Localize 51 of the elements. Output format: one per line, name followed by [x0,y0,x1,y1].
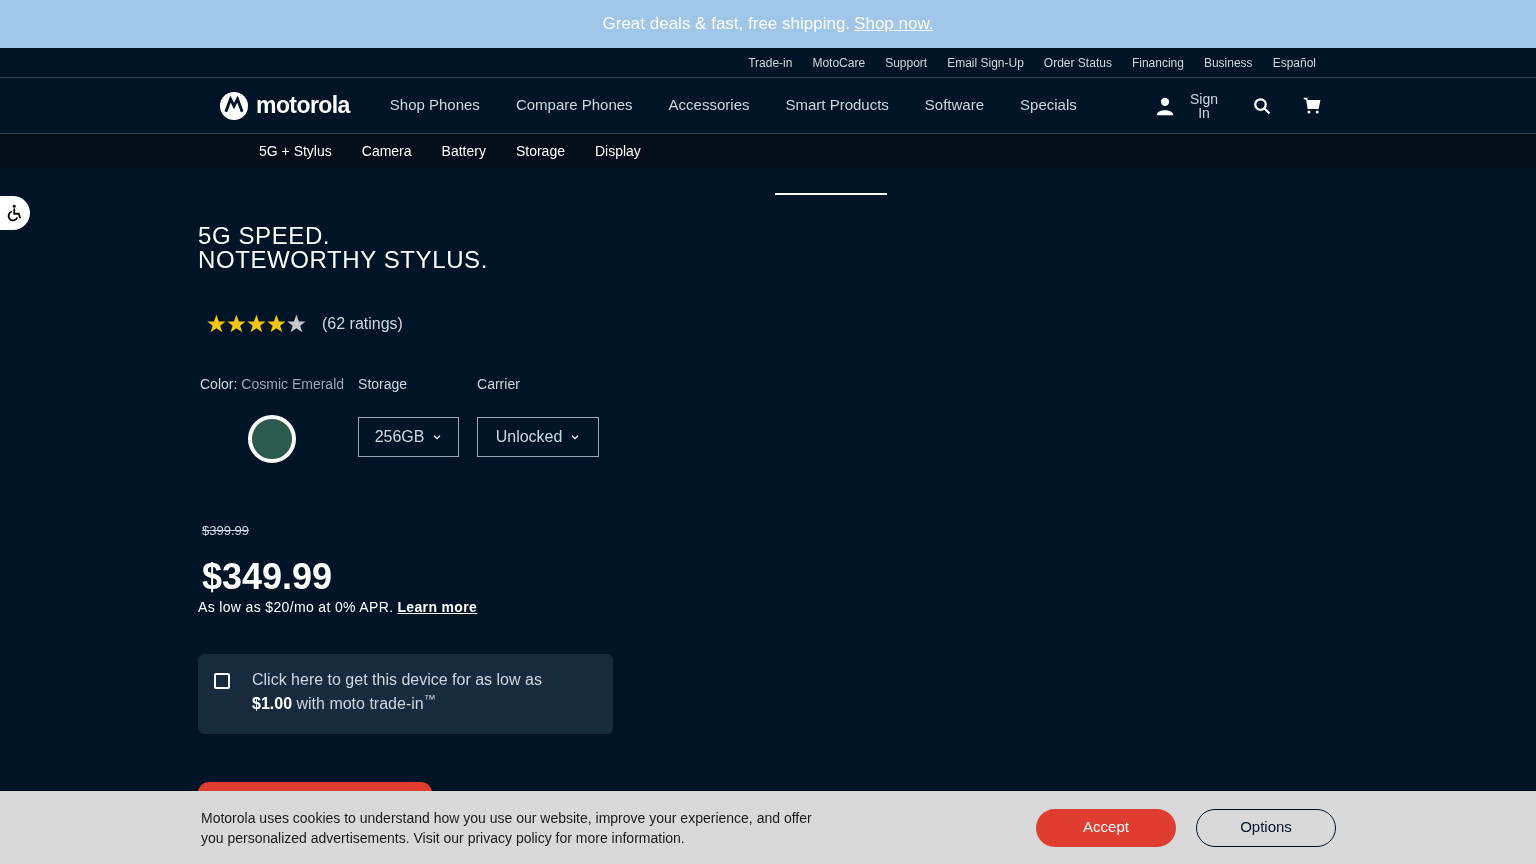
section-link[interactable]: Storage [515,140,565,162]
headline: NOTEWORTHY STYLUS. [198,248,489,272]
chevron-down-icon [432,432,443,442]
utility-link[interactable]: Trade-in [748,53,793,72]
color-swatch[interactable] [248,415,297,463]
utility-link[interactable]: Email Sign-Up [947,53,1024,72]
utility-link[interactable]: Español [1272,53,1316,72]
option-label: Carrier [477,375,521,394]
financing-text: As low as $20/mo at 0% APR. [198,597,394,617]
utility-link[interactable]: MotoCare [812,53,866,72]
wheelchair-icon [6,204,24,222]
section-link[interactable]: Camera [361,140,412,162]
option-label: Storage [358,375,409,394]
utility-link[interactable]: Order Status [1043,53,1112,72]
utility-link[interactable]: Support [885,53,928,72]
promo-text: Great deals & fast, free shipping. [602,13,851,36]
sign-in-link[interactable]: Sign In [1155,91,1221,120]
storage-dropdown[interactable]: 256GB [358,417,460,457]
section-link[interactable]: Display [594,140,641,162]
chevron-down-icon [570,432,581,442]
trade-in-text[interactable]: Click here to get this device for as low as $1.00 with moto trade-in$^{™}$ [252,667,577,716]
section-link[interactable]: 5G + Stylus [259,140,332,162]
accessibility-button[interactable] [0,196,30,230]
learn-more-link[interactable]: Learn more [397,596,478,618]
cookie-notice: Motorola uses cookies to understand how you use our website, improve your experience, and offer you personalized advertisements. Visit our privacy policy for more information. [201,808,813,848]
utility-link[interactable]: Business [1203,53,1253,72]
cart-icon [1303,96,1321,115]
nav-link[interactable]: Smart Products [785,94,889,117]
action-button[interactable] [198,781,432,793]
logo-mark-icon [220,91,248,120]
utility-link[interactable]: Financing [1131,53,1184,72]
option-label: Color: [200,375,238,394]
person-icon [1155,95,1175,116]
sale-price: $349.99 [202,556,334,597]
cart-button[interactable] [1303,96,1321,115]
search-icon [1253,96,1271,115]
nav-link[interactable]: Accessories [668,94,750,117]
carrier-dropdown[interactable]: Unlocked [477,417,600,457]
original-price: $399.99 [202,522,250,540]
nav-link[interactable]: Specials [1020,94,1077,117]
accept-button[interactable]: Accept [1036,808,1176,847]
trade-in-checkbox[interactable] [214,672,230,689]
nav-link[interactable]: Shop Phones [389,94,480,117]
rating-count[interactable]: (62 ratings) [322,312,403,336]
nav-link[interactable]: Compare Phones [515,94,633,117]
selected-color-name: Cosmic Emerald [241,375,345,394]
nav-link[interactable]: Software [924,94,985,117]
motorola-logo[interactable]: motorola [220,88,350,123]
search-button[interactable] [1253,96,1271,115]
section-link[interactable]: Battery [441,140,486,162]
headline: 5G SPEED. [198,224,332,248]
